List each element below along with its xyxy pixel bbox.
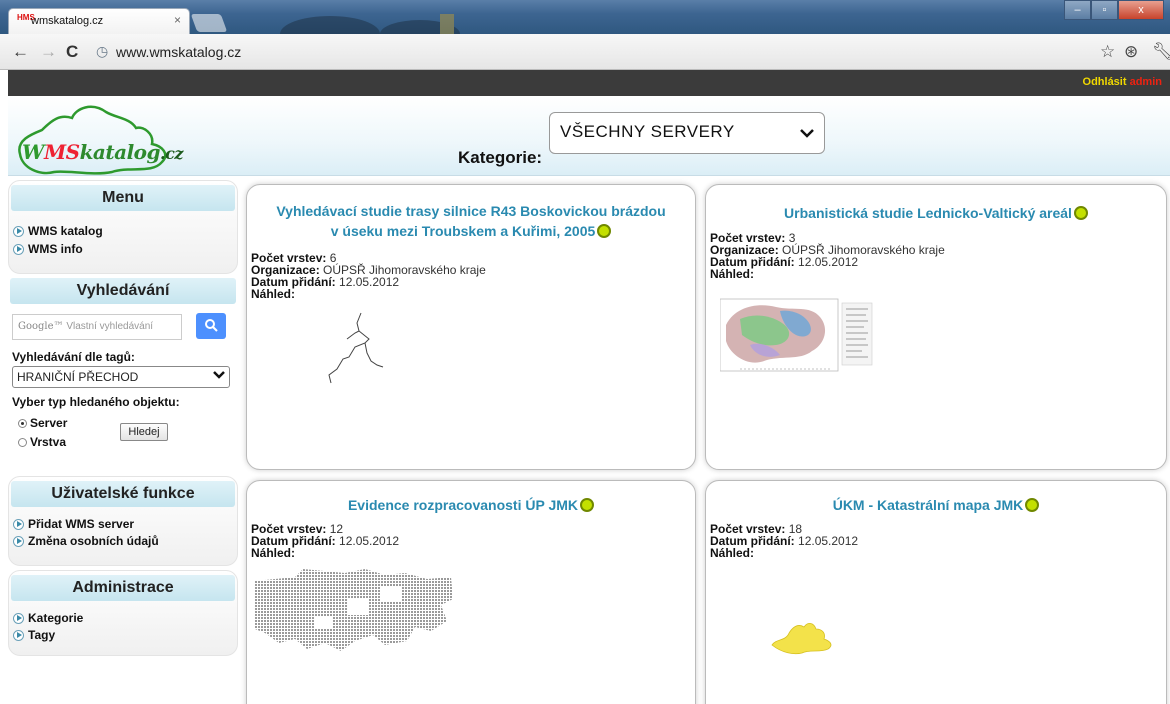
preview-label: Náhled:	[710, 267, 755, 281]
preview-label: Náhled:	[251, 287, 296, 301]
site-header: WMSkatalog.cz Kategorie: VŠECHNY SERVERY	[8, 96, 1170, 176]
wrench-icon[interactable]: 🔧︎	[1152, 42, 1170, 62]
user-functions-title: Uživatelské funkce	[11, 481, 235, 507]
status-ok-icon	[1025, 498, 1040, 512]
status-ok-icon	[1073, 206, 1088, 220]
search-button[interactable]	[196, 313, 226, 339]
menu-title: Menu	[11, 185, 235, 211]
server-card-title[interactable]: Evidence rozpracovanosti ÚP JMK	[255, 495, 687, 515]
logo-text: WMSkatalog.cz	[22, 140, 183, 164]
server-card: Vyhledávací studie trasy silnice R43 Bos…	[246, 184, 696, 470]
chevron-down-icon	[800, 125, 814, 141]
close-window-button[interactable]: x	[1118, 0, 1164, 20]
category-select-value: VŠECHNY SERVERY	[560, 122, 735, 141]
window-backdrop-graphic	[280, 14, 460, 34]
sidebar-item-kategorie[interactable]: Kategorie	[13, 611, 83, 625]
address-bar[interactable]: ◷ www.wmskatalog.cz	[90, 40, 1090, 64]
new-tab-button[interactable]	[190, 14, 228, 32]
logo-map-outline	[18, 105, 167, 175]
admin-panel: Administrace Kategorie Tagy	[8, 570, 238, 656]
status-ok-icon	[597, 224, 612, 238]
back-arrow-icon[interactable]: ←	[12, 42, 29, 62]
window-controls: – ▫ x	[1064, 0, 1164, 20]
category-select[interactable]: VŠECHNY SERVERY	[549, 112, 825, 154]
menu-panel: Menu WMS katalog WMS info	[8, 180, 238, 274]
bookmark-star-icon[interactable]: ☆	[1100, 42, 1115, 62]
hledej-button[interactable]: Hledej	[120, 423, 168, 441]
object-type-label: Vyber typ hledaného objektu:	[12, 395, 180, 409]
search-icon	[205, 319, 218, 332]
radio-vrstva[interactable]: Vrstva	[18, 435, 66, 449]
tag-select[interactable]: HRANIČNÍ PŘECHOD	[12, 366, 230, 388]
tab-close-icon[interactable]: ×	[174, 13, 181, 27]
arrow-bullet-icon	[13, 518, 26, 530]
map-preview-image[interactable]	[317, 309, 397, 389]
server-card: Urbanistická studie Lednicko-Valtický ar…	[705, 184, 1167, 470]
browser-tab[interactable]: HMS wmskatalog.cz ×	[8, 8, 190, 34]
map-preview-image[interactable]	[720, 295, 876, 375]
arrow-bullet-icon	[13, 535, 26, 547]
radio-checked-icon	[18, 419, 27, 428]
category-label: Kategorie:	[458, 148, 543, 167]
forward-arrow-icon[interactable]: →	[40, 42, 57, 62]
status-ok-icon	[580, 498, 595, 512]
tags-label: Vyhledávání dle tagů:	[12, 350, 135, 364]
extension-icon[interactable]: ⊛	[1124, 42, 1138, 62]
user-functions-panel: Uživatelské funkce Přidat WMS server Změ…	[8, 476, 238, 566]
chevron-down-icon	[213, 370, 225, 383]
arrow-bullet-icon	[13, 243, 26, 255]
minimize-button[interactable]: –	[1064, 0, 1091, 20]
logout-link[interactable]: Odhlásit	[1083, 76, 1127, 88]
arrow-bullet-icon	[13, 225, 26, 237]
tab-title: wmskatalog.cz	[31, 15, 104, 27]
site-logo[interactable]: WMSkatalog.cz	[12, 100, 192, 176]
arrow-bullet-icon	[13, 629, 26, 641]
browser-titlebar: HMS wmskatalog.cz × – ▫ x	[0, 0, 1170, 34]
google-search-input[interactable]: Google™ Vlastní vyhledávání	[12, 314, 182, 340]
tag-select-value: HRANIČNÍ PŘECHOD	[17, 370, 139, 384]
server-card: Evidence rozpracovanosti ÚP JMK Počet vr…	[246, 480, 696, 704]
radio-unchecked-icon	[18, 438, 27, 447]
sidebar-item-wms-katalog[interactable]: WMS katalog	[13, 224, 103, 238]
page-icon: ◷	[96, 43, 109, 59]
server-card-title[interactable]: ÚKM - Katastrální mapa JMK	[714, 495, 1158, 515]
sidebar-item-add-server[interactable]: Přidat WMS server	[13, 517, 134, 531]
url-text: www.wmskatalog.cz	[116, 44, 242, 60]
arrow-bullet-icon	[13, 612, 26, 624]
sidebar-item-change-personal[interactable]: Změna osobních údajů	[13, 534, 159, 548]
sidebar-item-tagy[interactable]: Tagy	[13, 628, 55, 642]
radio-server[interactable]: Server	[18, 416, 67, 430]
preview-label: Náhled:	[251, 546, 296, 560]
server-card-title[interactable]: Vyhledávací studie trasy silnice R43 Bos…	[255, 201, 687, 241]
admin-title: Administrace	[11, 575, 235, 601]
map-preview-image[interactable]	[770, 619, 836, 659]
browser-toolbar: ← → C ◷ www.wmskatalog.cz ☆ ⊛ 🔧︎	[0, 34, 1170, 70]
server-card: ÚKM - Katastrální mapa JMK Počet vrstev:…	[705, 480, 1167, 704]
maximize-button[interactable]: ▫	[1091, 0, 1118, 20]
reload-icon[interactable]: C	[66, 42, 78, 62]
user-name-link[interactable]: admin	[1130, 76, 1162, 88]
admin-bar: Odhlásit admin	[8, 70, 1170, 96]
map-preview-image[interactable]	[255, 569, 455, 653]
search-title: Vyhledávání	[10, 278, 236, 304]
preview-label: Náhled:	[710, 546, 755, 560]
server-card-title[interactable]: Urbanistická studie Lednicko-Valtický ar…	[714, 203, 1158, 223]
sidebar-item-wms-info[interactable]: WMS info	[13, 242, 83, 256]
